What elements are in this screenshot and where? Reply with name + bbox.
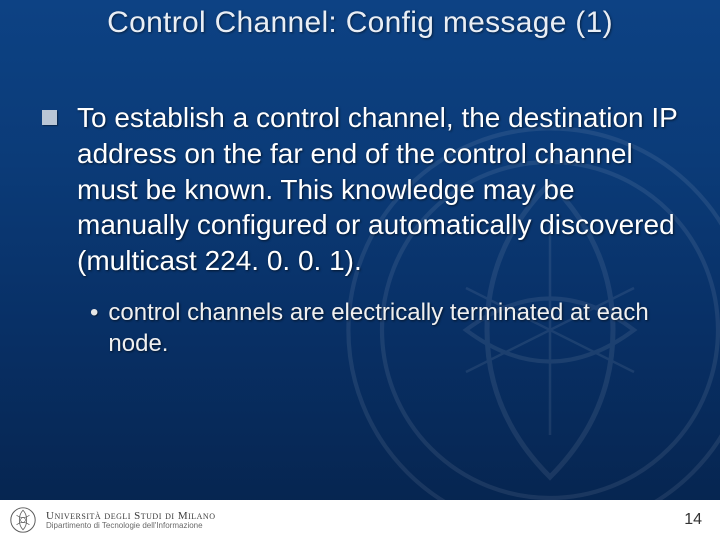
slide: Control Channel: Config message (1) To e… <box>0 0 720 540</box>
bullet-level2: • control channels are electrically term… <box>90 297 680 359</box>
bullet-level1-text: To establish a control channel, the dest… <box>77 100 680 279</box>
university-crest-icon <box>10 507 36 533</box>
department-name: Dipartimento di Tecnologie dell'Informaz… <box>46 522 215 530</box>
slide-title: Control Channel: Config message (1) <box>0 6 720 40</box>
dot-bullet-icon: • <box>90 297 98 328</box>
university-text: Università degli Studi di Milano Diparti… <box>46 511 215 530</box>
university-name: Università degli Studi di Milano <box>46 511 215 522</box>
square-bullet-icon <box>42 110 57 125</box>
bullet-level2-text: control channels are electrically termin… <box>108 297 680 359</box>
footer-left: Università degli Studi di Milano Diparti… <box>10 507 215 533</box>
footer: Università degli Studi di Milano Diparti… <box>0 500 720 540</box>
page-number: 14 <box>684 511 702 529</box>
slide-body: To establish a control channel, the dest… <box>42 100 680 360</box>
bullet-level1: To establish a control channel, the dest… <box>42 100 680 279</box>
